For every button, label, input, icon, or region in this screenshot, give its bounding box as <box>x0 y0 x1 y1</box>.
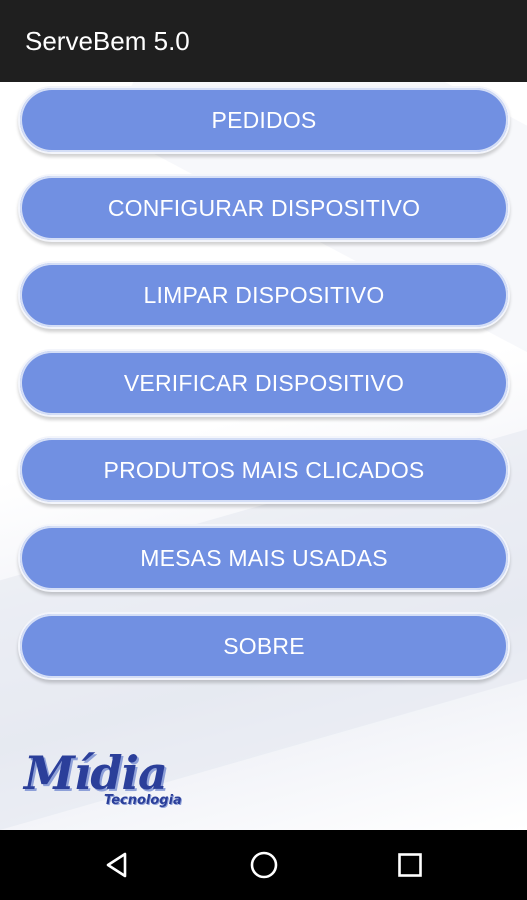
system-nav-bar <box>0 830 527 900</box>
limpar-dispositivo-button[interactable]: LIMPAR DISPOSITIVO <box>18 261 510 329</box>
app-bar: ServeBem 5.0 <box>0 0 527 82</box>
pedidos-button[interactable]: PEDIDOS <box>18 86 510 154</box>
recents-icon[interactable] <box>392 847 428 883</box>
logo-main-text: Mídia <box>24 746 168 800</box>
button-label: PEDIDOS <box>211 106 317 133</box>
button-label: CONFIGURAR DISPOSITIVO <box>107 194 421 221</box>
button-label: VERIFICAR DISPOSITIVO <box>123 369 405 396</box>
sobre-button[interactable]: SOBRE <box>18 612 510 680</box>
verificar-dispositivo-button[interactable]: VERIFICAR DISPOSITIVO <box>18 349 510 417</box>
midia-tecnologia-logo: Mídia Tecnologia <box>24 750 214 816</box>
button-label: MESAS MAIS USADAS <box>140 544 388 571</box>
back-icon[interactable] <box>100 847 136 883</box>
button-label: SOBRE <box>223 632 305 659</box>
logo-sub-text: Tecnologia <box>104 793 182 808</box>
mesas-mais-usadas-button[interactable]: MESAS MAIS USADAS <box>18 524 510 592</box>
produtos-mais-clicados-button[interactable]: PRODUTOS MAIS CLICADOS <box>18 436 510 504</box>
configurar-dispositivo-button[interactable]: CONFIGURAR DISPOSITIVO <box>18 174 510 242</box>
button-label: PRODUTOS MAIS CLICADOS <box>103 456 425 483</box>
main-content: PEDIDOS CONFIGURAR DISPOSITIVO LIMPAR DI… <box>0 82 527 830</box>
app-title: ServeBem 5.0 <box>25 25 190 56</box>
button-label: LIMPAR DISPOSITIVO <box>143 281 385 308</box>
home-icon[interactable] <box>246 847 282 883</box>
